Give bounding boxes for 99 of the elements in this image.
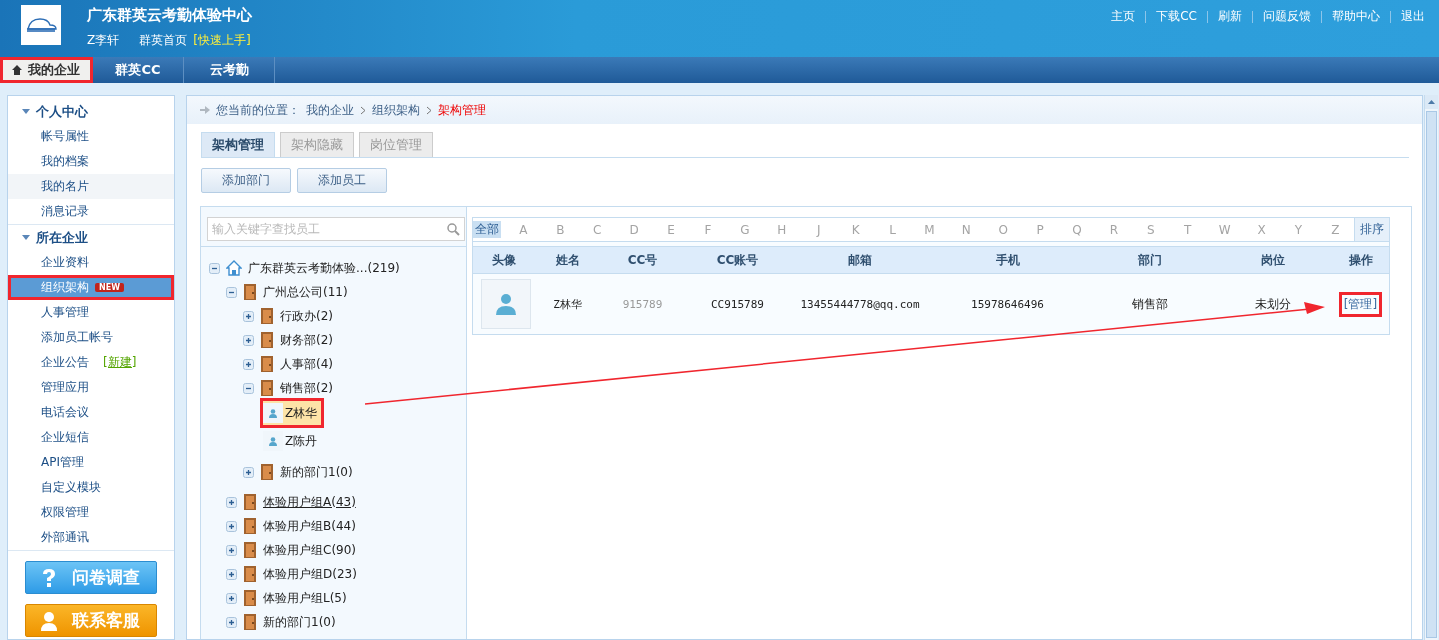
home-icon [12, 65, 22, 75]
door-icon [243, 284, 257, 300]
table-cell: 销售部 [1132, 295, 1168, 313]
table-cell: 915789 [622, 297, 663, 311]
action-button[interactable]: 添加员工 [297, 168, 387, 193]
action-button[interactable]: 添加部门 [201, 168, 291, 193]
person-icon [496, 293, 516, 315]
door-icon [260, 356, 274, 372]
door-icon [243, 614, 257, 630]
person-icon [40, 610, 58, 631]
tree-node-label[interactable]: 人事部(4) [280, 355, 333, 373]
question-icon [40, 567, 58, 588]
nav-tab[interactable]: 我的企业 [0, 57, 93, 83]
scrollbar-thumb[interactable] [1426, 111, 1437, 638]
sidebar-item-label: 组织架构 [41, 279, 89, 296]
chevron-icon [360, 105, 366, 115]
breadcrumb-label: 您当前的位置： [216, 101, 300, 119]
nav-tab[interactable]: 群英CC [93, 57, 184, 83]
company-logo [21, 5, 61, 45]
sidebar-item[interactable]: 组织架构 NEW [8, 275, 174, 300]
column-header: CC号 [626, 251, 659, 269]
table-cell: 13455444778@qq.com [800, 297, 920, 311]
door-icon [260, 380, 274, 396]
caret-icon [22, 109, 30, 114]
user-name: Z李轩 [87, 32, 120, 49]
table-cell: 未划分 [1254, 295, 1291, 313]
search-field[interactable]: 输入关键字查找员工 [207, 217, 465, 241]
door-icon [243, 566, 257, 582]
sidebar-item[interactable]: 管理应用 [8, 375, 174, 400]
new-link[interactable]: [新建] [103, 354, 137, 371]
table-cell: 15978646496 [971, 297, 1044, 311]
nav-tab[interactable]: 云考勤 [184, 57, 275, 83]
new-badge: NEW [95, 283, 124, 292]
tree-node-label[interactable]: 行政办(2) [280, 307, 333, 325]
tab[interactable]: 架构管理 [201, 132, 275, 157]
sidebar-item[interactable]: 自定义模块 [8, 475, 174, 500]
sidebar-item[interactable]: 我的名片 [8, 174, 174, 199]
manage-link[interactable]: [管理] [1341, 294, 1380, 314]
breadcrumb-link[interactable]: 我的企业 [306, 101, 354, 119]
house-icon [226, 260, 242, 276]
table-cell: CC915789 [711, 297, 764, 311]
tree-node-label[interactable]: 广州总公司(11) [263, 283, 348, 301]
chevron-icon [426, 105, 432, 115]
home-link[interactable]: 群英首页 [139, 32, 188, 49]
door-icon [260, 308, 274, 324]
column-header: 操作 [1347, 251, 1374, 269]
door-icon [260, 332, 274, 348]
column-header: 手机 [994, 251, 1021, 269]
column-header: 邮箱 [847, 251, 873, 269]
door-icon [260, 464, 274, 480]
column-header: 部门 [1137, 251, 1163, 269]
breadcrumb-current: 架构管理 [438, 101, 486, 119]
door-icon [243, 494, 257, 510]
door-icon [243, 590, 257, 606]
tree-node-label[interactable]: 广东群英云考勤体验...(219) [248, 259, 400, 277]
quick-start-link[interactable]: [快速上手] [193, 32, 251, 49]
site-title: 广东群英云考勤体验中心 [87, 6, 252, 25]
tree-node-label[interactable]: 财务部(2) [280, 331, 333, 349]
sidebar-item[interactable]: API管理 [8, 450, 174, 475]
sidebar-item[interactable]: 添加员工帐号 [8, 325, 174, 350]
column-header: 姓名 [554, 251, 581, 269]
caret-icon [22, 235, 30, 240]
tree-node-label[interactable]: 体验用户组A(43) [263, 493, 356, 511]
sidebar-item[interactable]: 消息记录 [8, 199, 174, 224]
tree-node-label[interactable]: 体验用户组C(90) [263, 541, 356, 559]
section-header[interactable]: 所在企业 [8, 224, 174, 250]
arrow-icon [200, 106, 210, 114]
scroll-up-icon [1428, 100, 1435, 104]
person-icon [269, 408, 277, 418]
sidebar-item[interactable]: 电话会议 [8, 400, 174, 425]
sidebar-item[interactable]: 企业资料 [8, 250, 174, 275]
tree-node-label[interactable]: 新的部门1(0) [263, 613, 336, 631]
tree-node-label[interactable]: 体验用户组D(23) [263, 565, 357, 583]
sidebar-item[interactable]: 企业公告 [新建] [8, 350, 174, 375]
employee-node[interactable]: Z林华 [263, 401, 322, 425]
person-icon [269, 436, 277, 446]
tree-node-label[interactable]: 体验用户组L(5) [263, 589, 347, 607]
column-header: 岗位 [1259, 251, 1286, 269]
letter-filter[interactable]: 全部 [473, 221, 501, 238]
section-header[interactable]: 个人中心 [8, 99, 174, 124]
tree-node-label[interactable]: 新的部门1(0) [280, 463, 353, 481]
tree-node-label[interactable]: 销售部(2) [280, 379, 333, 397]
column-header: CC账号 [715, 251, 760, 269]
column-header: 头像 [491, 251, 517, 269]
header-link[interactable]: 主页 [1101, 8, 1146, 25]
sidebar-item[interactable]: 我的档案 [8, 149, 174, 174]
sort-button[interactable]: 排序 [1353, 218, 1389, 241]
table-cell: Z林华 [553, 296, 582, 312]
sidebar-item[interactable]: 外部通讯 [8, 525, 174, 550]
door-icon [243, 542, 257, 558]
door-icon [243, 518, 257, 534]
sidebar-item[interactable]: 权限管理 [8, 500, 174, 525]
sidebar-item-label: 企业公告 [41, 354, 89, 371]
sidebar-item[interactable]: 人事管理 [8, 300, 174, 325]
tree-node-label[interactable]: 体验用户组B(44) [263, 517, 356, 535]
breadcrumb-link[interactable]: 组织架构 [372, 101, 420, 119]
sidebar-item[interactable]: 帐号属性 [8, 124, 174, 149]
sidebar-item[interactable]: 企业短信 [8, 425, 174, 450]
employee-node[interactable]: Z陈丹 [263, 429, 322, 453]
